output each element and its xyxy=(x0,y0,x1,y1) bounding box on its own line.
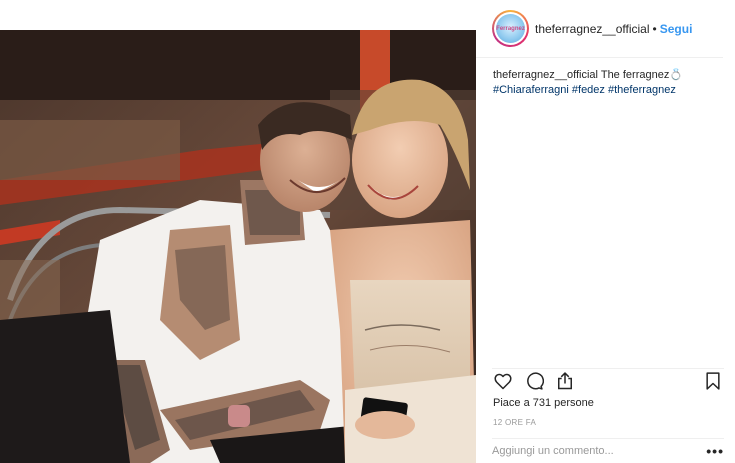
header-username-link[interactable]: theferragnez__official xyxy=(535,22,650,36)
post-timestamp: 12 ORE FA xyxy=(493,418,537,427)
bookmark-icon[interactable] xyxy=(702,370,724,392)
couple-photo-illustration xyxy=(0,30,476,463)
hashtag-link[interactable]: #Chiaraferragni xyxy=(493,84,569,96)
likes-count[interactable]: Piace a 731 persone xyxy=(493,397,594,409)
post-header: Ferragnez theferragnez__official • Segui xyxy=(476,0,723,58)
caption-text: The ferragnez xyxy=(600,69,670,81)
post-photo[interactable] xyxy=(0,30,476,463)
more-options-icon[interactable]: ••• xyxy=(706,444,724,458)
share-icon[interactable] xyxy=(554,370,576,392)
follow-button[interactable]: Segui xyxy=(660,22,693,36)
hashtag-link[interactable]: #fedez xyxy=(572,84,605,96)
heart-icon[interactable] xyxy=(492,370,514,392)
post-caption: theferragnez__official The ferragnez💍 #C… xyxy=(493,68,718,98)
comment-bar: ••• xyxy=(492,438,724,463)
hashtag-link[interactable]: #theferragnez xyxy=(608,84,676,96)
comment-icon[interactable] xyxy=(523,370,545,392)
header-separator: • xyxy=(652,21,657,36)
action-bar xyxy=(492,370,724,392)
avatar-logo-text: Ferragnez xyxy=(496,25,525,32)
avatar-image: Ferragnez xyxy=(496,14,525,43)
ring-icon: 💍 xyxy=(669,69,684,81)
post-side-panel: Ferragnez theferragnez__official • Segui… xyxy=(476,0,735,463)
comment-input[interactable] xyxy=(492,445,707,457)
avatar-border: Ferragnez xyxy=(494,12,527,45)
caption-username-link[interactable]: theferragnez__official xyxy=(493,69,598,81)
avatar[interactable]: Ferragnez xyxy=(492,10,529,47)
